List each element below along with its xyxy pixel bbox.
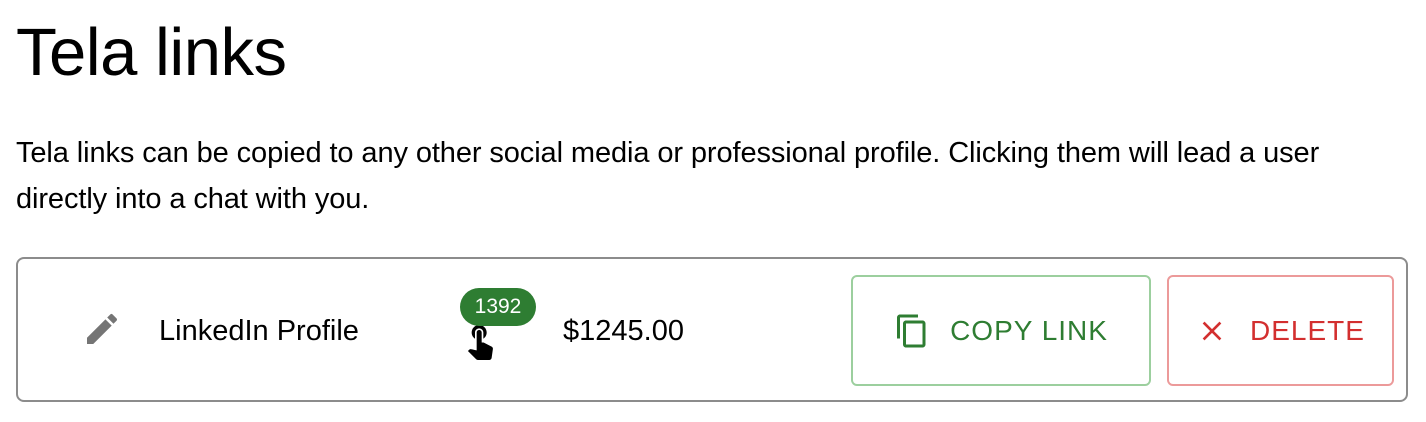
delete-label: DELETE <box>1250 314 1365 346</box>
copy-link-button[interactable]: COPY LINK <box>851 275 1151 386</box>
page-description: Tela links can be copied to any other so… <box>16 137 1320 215</box>
link-price: $1245.00 <box>563 315 684 347</box>
pencil-icon <box>82 309 122 354</box>
click-count: 1392 <box>460 288 540 360</box>
edit-link-button[interactable] <box>80 309 124 353</box>
close-icon <box>1196 315 1228 347</box>
click-count-badge: 1392 <box>460 288 536 326</box>
tela-links-page: Tela links Tela links can be copied to a… <box>0 0 1426 422</box>
copy-icon <box>894 311 930 351</box>
pointer-hand-icon <box>460 320 500 365</box>
link-name: LinkedIn Profile <box>159 315 359 347</box>
link-card: LinkedIn Profile 1392 $1245.00 COPY LINK <box>16 257 1408 402</box>
copy-link-label: COPY LINK <box>950 314 1108 346</box>
page-title: Tela links <box>16 15 287 90</box>
delete-link-button[interactable]: DELETE <box>1167 275 1394 386</box>
